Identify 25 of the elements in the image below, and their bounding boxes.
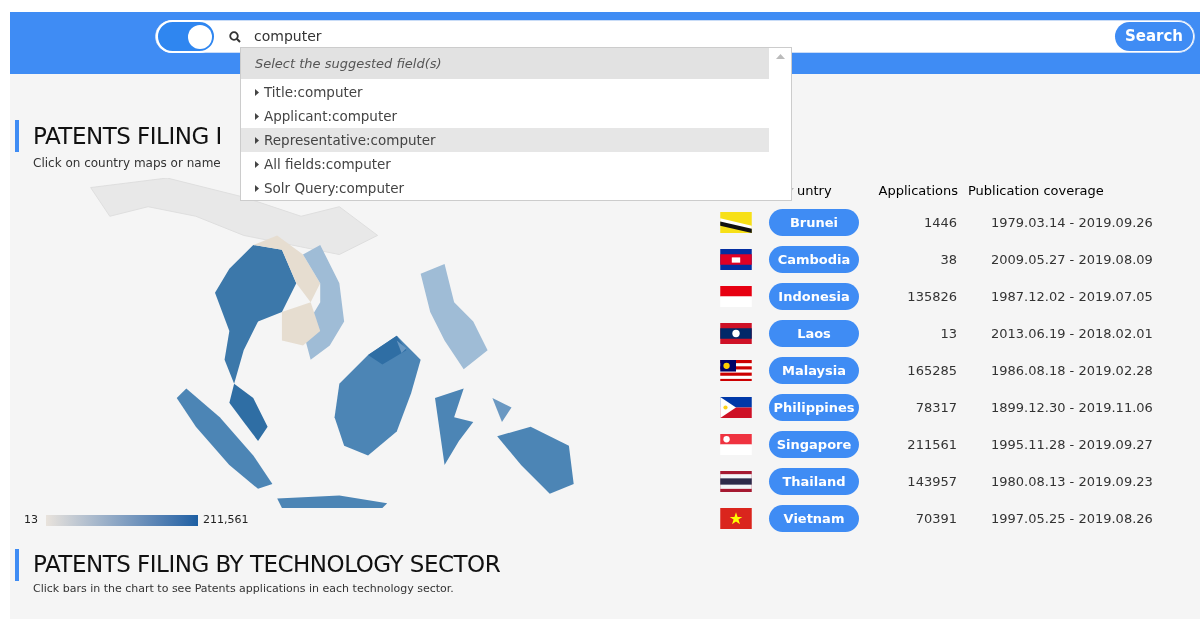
table-cell-text: 1899.12.30 - 2019.11.06 [991,398,1153,417]
table-cell-text: 13 [939,324,957,343]
section-subtitle: Click on country maps or name [33,155,221,172]
table-cell-text: 2009.05.27 - 2019.08.09 [991,250,1153,269]
table-cell-text: 143957 [906,472,957,491]
section-title: PATENTS FILING BY TECHNOLOGY SECTOR [33,550,501,580]
table-cell-text: 165285 [906,361,957,380]
dropdown-header: Select the suggested field(s) [241,48,769,79]
table-cell-text: 70391 [914,509,957,528]
section-subtitle: Click bars in the chart to see Patents applications in each technology sector. [33,581,454,595]
table-cell-text: 38 [939,250,957,269]
table-cell-text: 2013.06.19 - 2018.02.01 [991,324,1153,343]
table-cell-text: 1979.03.14 - 2019.09.26 [991,213,1153,232]
section-title: PATENTS FILING I [33,121,222,151]
legend-min-label: 13 [24,512,38,528]
table-cell-text: 211561 [906,435,957,454]
table-cell-text: 1995.11.28 - 2019.09.27 [991,435,1153,454]
table-cell-text: 1997.05.25 - 2019.08.26 [991,509,1153,528]
table-cell-text: 78317 [914,398,957,417]
table-cell-text: 1987.12.02 - 2019.07.05 [991,287,1153,306]
table-cell-text: 135826 [906,287,957,306]
table-cell-text: 1986.08.18 - 2019.02.28 [991,361,1153,380]
legend-max-label: 211,561 [203,512,249,528]
table-cell-text: 1446 [922,213,957,232]
table-cell-text: 1980.08.13 - 2019.09.23 [991,472,1153,491]
